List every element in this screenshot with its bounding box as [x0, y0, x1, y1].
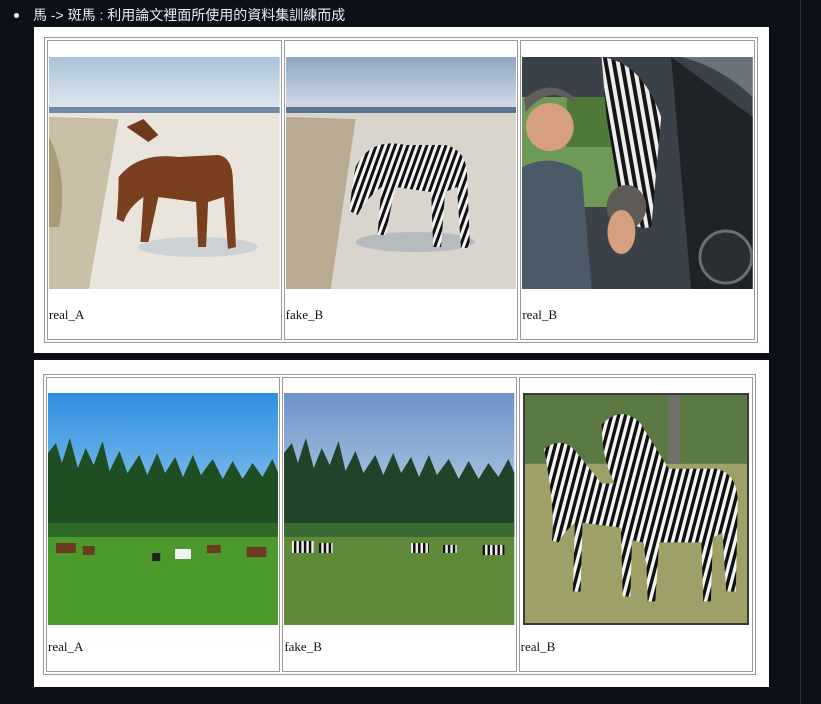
result-table: real_A fake_B real_B: [44, 37, 758, 343]
cell-caption: fake_B: [284, 639, 322, 654]
bullet-text: 馬 -> 斑馬 : 利用論文裡面所使用的資料集訓練而成: [33, 7, 346, 23]
man-zebra-car-photo[interactable]: [522, 57, 754, 289]
result-table: real_A fake_B real_B: [43, 374, 756, 675]
table-cell-real-a: real_A: [46, 377, 281, 672]
zebra-beach-photo[interactable]: [285, 57, 517, 289]
result-card-2: real_A fake_B real_B: [34, 360, 769, 687]
table-cell-fake-b: fake_B: [283, 40, 519, 340]
result-card-1: real_A fake_B real_B: [34, 27, 769, 353]
zebras-meadow-photo[interactable]: [284, 393, 515, 625]
cell-caption: real_A: [48, 639, 84, 654]
cell-caption: real_A: [49, 307, 85, 322]
table-cell-real-b: real_B: [518, 377, 753, 672]
bullet-dot-icon: [14, 12, 19, 18]
cell-caption: real_B: [522, 307, 557, 322]
table-cell-real-a: real_A: [47, 40, 282, 340]
cell-caption: fake_B: [285, 307, 324, 322]
cell-caption: real_B: [520, 639, 556, 654]
two-zebras-photo[interactable]: [522, 393, 749, 625]
horses-meadow-photo[interactable]: [48, 393, 279, 625]
table-cell-fake-b: fake_B: [282, 377, 517, 672]
bullet-list-item: 馬 -> 斑馬 : 利用論文裡面所使用的資料集訓練而成: [14, 4, 345, 26]
content-right-border: [800, 0, 801, 704]
horse-beach-photo[interactable]: [49, 57, 280, 289]
table-cell-real-b: real_B: [520, 40, 756, 340]
